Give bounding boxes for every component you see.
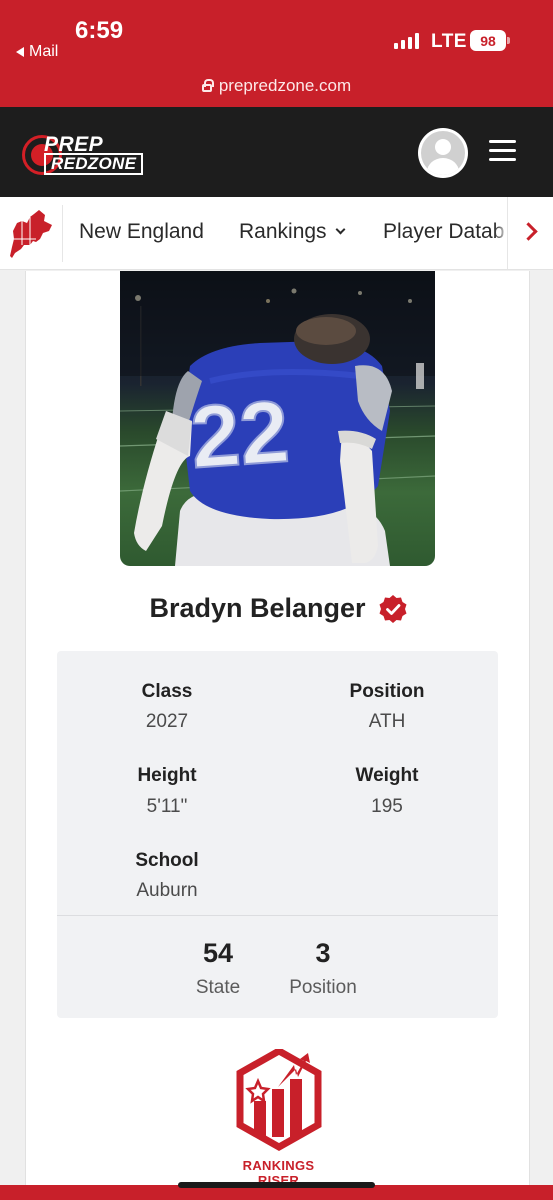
logo-text-bottom: REDZONE	[44, 153, 144, 175]
nav-rankings[interactable]: Rankings	[239, 220, 346, 244]
position-rank-label: Position	[289, 977, 357, 998]
nav-player-database[interactable]: Player Datab	[383, 220, 504, 244]
school-value: Auburn	[136, 880, 198, 901]
avatar-icon	[421, 131, 465, 175]
subnav-divider	[62, 205, 63, 262]
lock-icon	[201, 79, 214, 92]
user-avatar-button[interactable]	[418, 128, 468, 178]
player-name: Bradyn Belanger	[149, 593, 366, 623]
state-rank-label: State	[195, 977, 241, 998]
back-arrow-icon	[16, 47, 24, 57]
status-bar: 6:59 Mail LTE 98 prepredzone.com	[0, 0, 553, 107]
height-value: 5'11"	[146, 796, 188, 817]
status-time: 6:59	[75, 17, 124, 44]
class-value: 2027	[145, 711, 189, 732]
weight-value: 195	[371, 796, 403, 817]
menu-icon[interactable]	[489, 140, 516, 164]
state-rank-value: 54	[202, 938, 234, 968]
stats-divider	[57, 915, 498, 916]
region-nav: New England Rankings Player Datab	[0, 197, 553, 270]
class-label: Class	[141, 681, 193, 702]
chevron-right-icon	[519, 222, 538, 241]
prep-redzone-logo[interactable]: PREP REDZONE	[22, 132, 148, 178]
position-label: Position	[349, 681, 425, 702]
player-photo-illustration: 22	[120, 271, 435, 566]
chevron-down-icon	[335, 224, 346, 235]
height-label: Height	[137, 765, 197, 786]
back-to-mail-button[interactable]: Mail	[16, 43, 58, 61]
nav-new-england[interactable]: New England	[79, 220, 204, 244]
badge-line-1: RANKINGS	[242, 1158, 315, 1173]
player-details-panel: Class 2027 Position ATH Height 5'11" Wei…	[57, 651, 498, 1018]
player-name-row: Bradyn Belanger	[26, 593, 531, 624]
player-photo: 22	[120, 271, 435, 566]
home-indicator[interactable]	[178, 1182, 375, 1188]
position-rank-value: 3	[315, 938, 331, 968]
position-value: ATH	[368, 711, 406, 732]
address-bar[interactable]: prepredzone.com	[0, 76, 553, 96]
player-profile-card: 22 Bradyn Belanger Class 2027 Position A…	[25, 271, 530, 1200]
jersey-number: 22	[188, 381, 293, 487]
battery-tip	[507, 37, 510, 44]
signal-icon	[394, 33, 419, 49]
url-text: prepredzone.com	[218, 76, 352, 95]
nav-scroll-right-button[interactable]	[507, 197, 553, 269]
battery-icon: 98	[470, 30, 506, 51]
back-to-mail-label: Mail	[29, 43, 59, 60]
weight-label: Weight	[355, 765, 419, 786]
verified-icon	[379, 594, 407, 623]
network-type: LTE	[431, 31, 467, 52]
region-map-icon[interactable]	[9, 209, 53, 259]
site-header: PREP REDZONE	[0, 107, 553, 197]
school-label: School	[135, 850, 199, 871]
nav-rankings-label: Rankings	[239, 220, 327, 243]
